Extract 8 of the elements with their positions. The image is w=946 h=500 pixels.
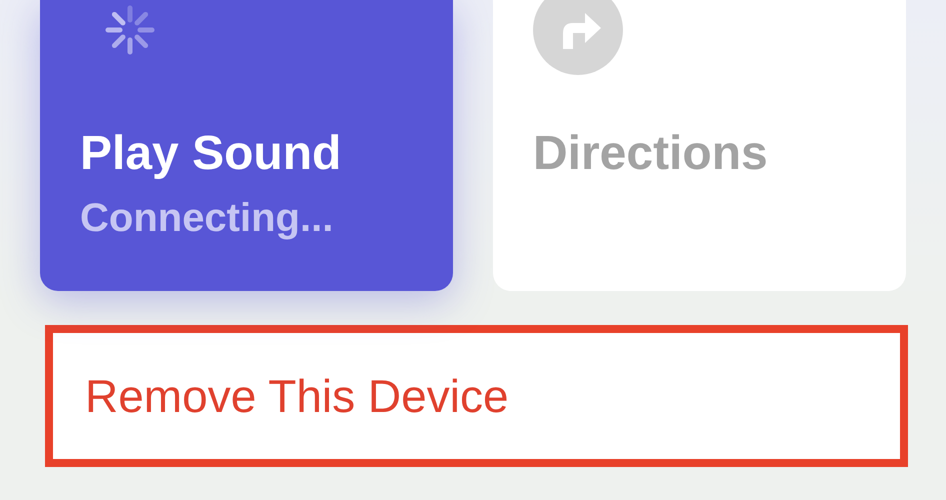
- action-card[interactable]: Directions: [493, 0, 906, 291]
- spinner-icon: [104, 4, 156, 56]
- action-card[interactable]: Play Sound Connecting...: [40, 0, 453, 291]
- action-label: Play Sound: [80, 130, 342, 178]
- action-label: Directions: [533, 130, 768, 178]
- action-status: Connecting...: [80, 198, 334, 238]
- remove-device-button[interactable]: Remove This Device: [45, 325, 908, 467]
- turn-arrow-icon: [533, 0, 623, 75]
